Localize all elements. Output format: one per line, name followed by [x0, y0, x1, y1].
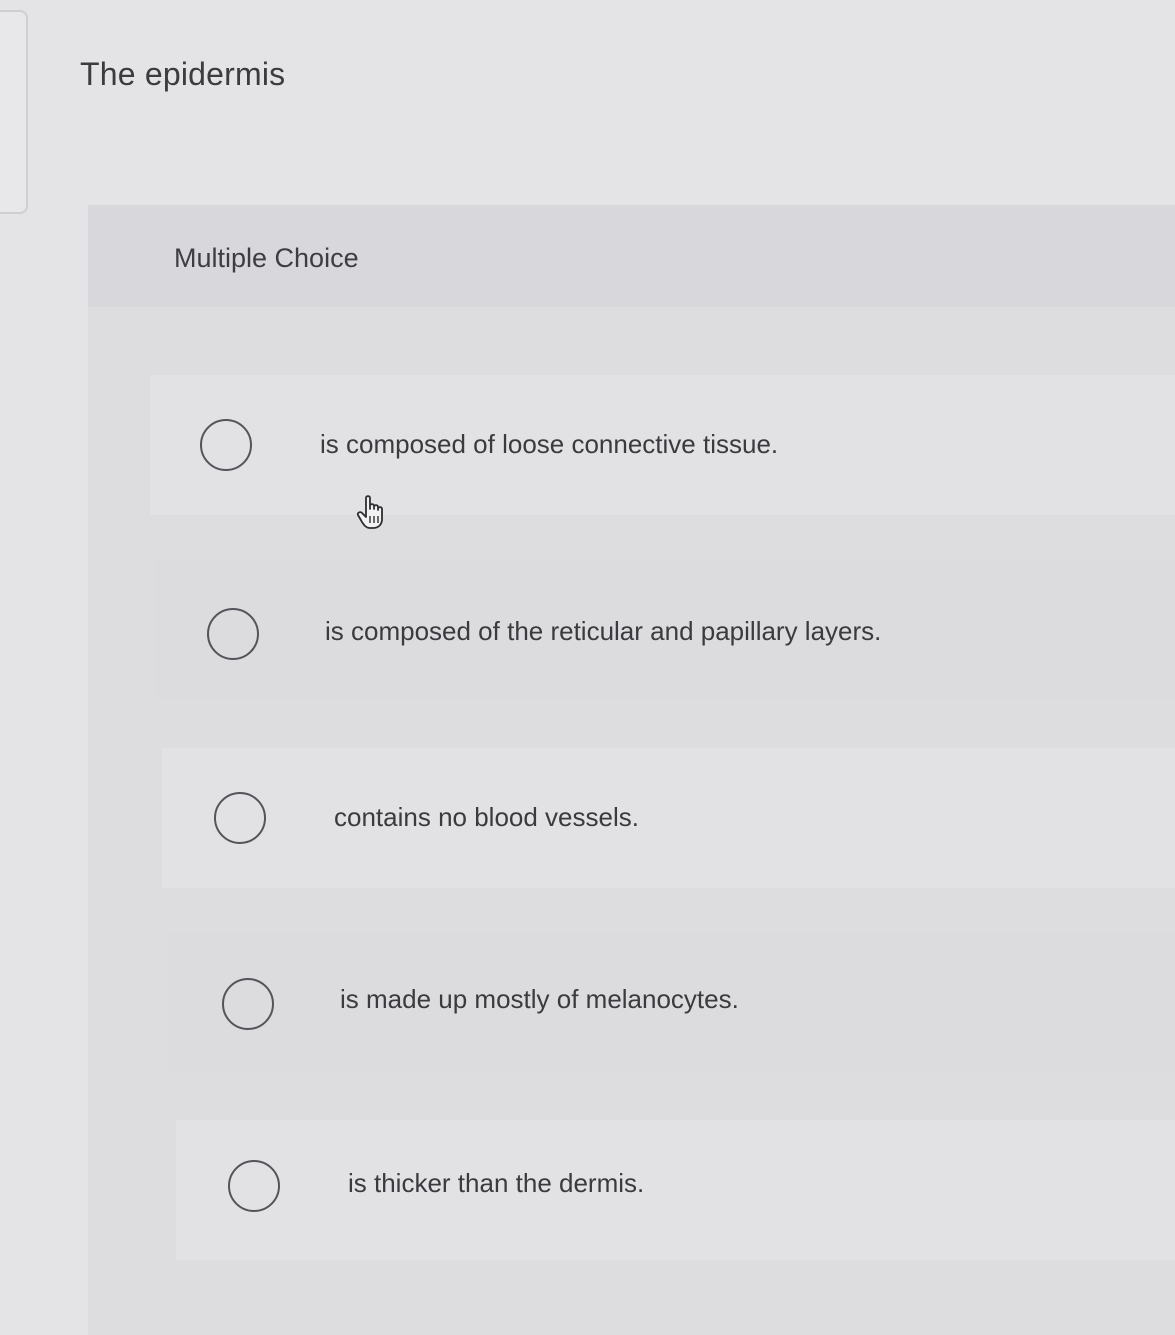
multiple-choice-header: Multiple Choice — [88, 205, 1175, 307]
hand-pointer-icon — [356, 495, 383, 529]
option-row-5[interactable]: is thicker than the dermis. — [176, 1120, 1175, 1260]
radio-button-icon[interactable] — [200, 419, 252, 471]
option-row-2[interactable]: is composed of the reticular and papilla… — [155, 560, 1175, 700]
option-label-5: is thicker than the dermis. — [348, 1168, 645, 1198]
radio-button-icon[interactable] — [207, 608, 259, 660]
radio-button-icon[interactable] — [214, 792, 266, 844]
option-label-4: is made up mostly of melanocytes. — [340, 984, 739, 1014]
radio-button-icon[interactable] — [228, 1160, 280, 1212]
question-prompt: The epidermis — [80, 56, 286, 92]
option-label-3: contains no blood vessels. — [334, 802, 639, 832]
radio-button-icon[interactable] — [222, 978, 274, 1030]
option-label-2: is composed of the reticular and papilla… — [325, 616, 882, 646]
option-row-3[interactable]: contains no blood vessels. — [162, 748, 1175, 888]
option-row-4[interactable]: is made up mostly of melanocytes. — [168, 932, 1175, 1072]
option-label-1: is composed of loose connective tissue. — [320, 429, 779, 459]
left-edge-tab — [0, 10, 28, 214]
multiple-choice-label: Multiple Choice — [174, 243, 359, 273]
option-row-1[interactable]: is composed of loose connective tissue. — [150, 375, 1175, 515]
